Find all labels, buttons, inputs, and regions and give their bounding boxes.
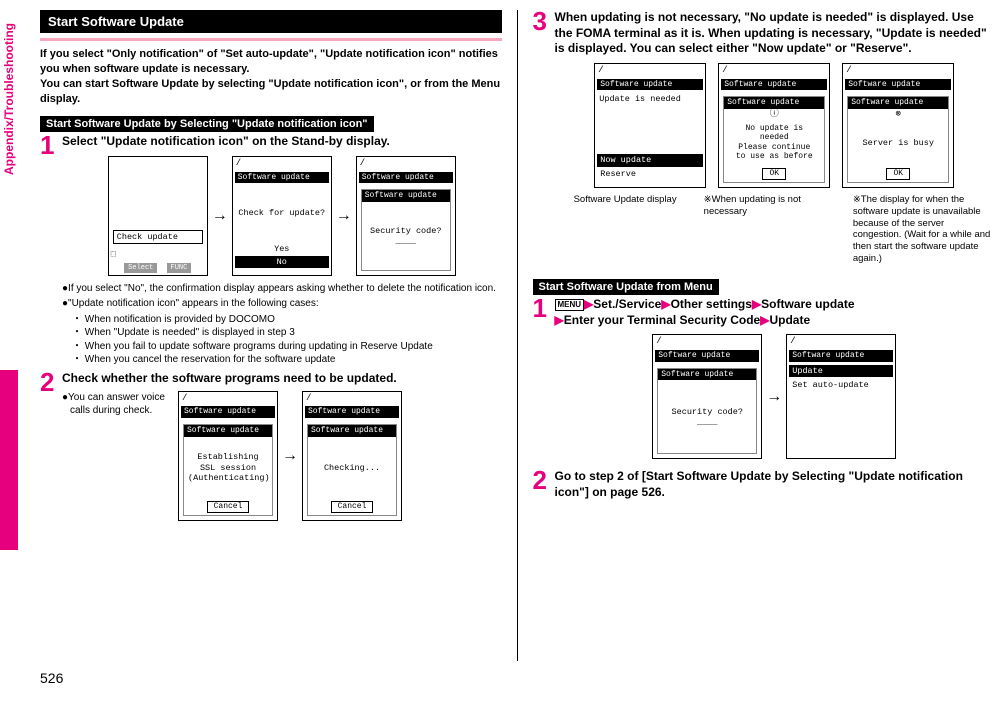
caption: ※The display for when the software updat… xyxy=(853,194,994,265)
sub-bullet: ・ When "Update is needed" is displayed i… xyxy=(62,326,502,340)
screen-update-needed: / Software update Update is needed Now u… xyxy=(594,63,706,188)
ok-button: OK xyxy=(886,168,910,180)
subsection-header: Start Software Update by Selecting "Upda… xyxy=(40,116,374,132)
screen-body: Security code? ____ xyxy=(658,380,756,453)
sub-bullet: ・ When notification is provided by DOCOM… xyxy=(62,313,502,327)
screen-body: Update is needed xyxy=(595,92,705,153)
step-title: Check whether the software programs need… xyxy=(62,371,502,387)
step-number: 2 xyxy=(533,469,551,504)
screen-title: Software update xyxy=(305,406,399,418)
screen-ssl: / Software update Software update Establ… xyxy=(178,391,278,521)
screen-body: No update is needed Please continue to u… xyxy=(724,120,824,167)
right-column: 3 When updating is not necessary, "No up… xyxy=(533,10,995,661)
screen-title: Software update xyxy=(235,172,329,184)
screen-title: Software update xyxy=(359,172,453,184)
step-number: 2 xyxy=(40,371,58,521)
screen-security-code: / Software update Software update Securi… xyxy=(652,334,762,459)
screen-subtitle: Software update xyxy=(184,425,272,437)
step-number: 1 xyxy=(533,297,551,465)
column-divider xyxy=(517,10,518,661)
option-reserve: Reserve xyxy=(597,168,703,180)
screen-title: Software update xyxy=(845,79,951,91)
step-title: Select "Update notification icon" on the… xyxy=(62,134,502,150)
arrow-icon: → xyxy=(212,207,228,225)
screen-checking: / Software update Software update Checki… xyxy=(302,391,402,521)
note: ●You can answer voice calls during check… xyxy=(62,391,172,417)
option-no: No xyxy=(235,256,329,268)
step-2: 2 Check whether the software programs ne… xyxy=(40,371,502,521)
screen-body: Security code? ____ xyxy=(362,202,450,270)
menu-step-2: 2 Go to step 2 of [Start Software Update… xyxy=(533,469,995,504)
side-tab xyxy=(0,370,18,550)
screen-body: Checking... xyxy=(308,437,396,499)
screen-body: Server is busy xyxy=(848,120,948,167)
screen-subtitle: Software update xyxy=(362,190,450,202)
menu-chip: MENU xyxy=(555,299,585,311)
screen-body: Check for update? xyxy=(233,185,331,241)
option-update: Update xyxy=(789,365,893,377)
arrow-icon: → xyxy=(282,447,298,465)
arrow-icon: → xyxy=(336,207,352,225)
step-number: 3 xyxy=(533,10,551,265)
left-column: Start Software Update If you select "Onl… xyxy=(40,10,502,661)
screen-title: Software update xyxy=(597,79,703,91)
screen-title: Software update xyxy=(789,350,893,362)
caption: ※When updating is not necessary xyxy=(704,194,845,265)
option-auto-update: Set auto-update xyxy=(789,379,893,391)
step-title: When updating is not necessary, "No upda… xyxy=(555,10,995,57)
intro-text: If you select "Only notification" of "Se… xyxy=(40,47,502,106)
screen-title: Software update xyxy=(181,406,275,418)
step-number: 1 xyxy=(40,134,58,367)
softkey-select: Select xyxy=(124,263,157,273)
menu-step-1: 1 MENU▶Set./Service▶Other settings▶Softw… xyxy=(533,297,995,465)
ok-button: OK xyxy=(762,168,786,180)
screen-standby: Check update ⬚ Select FUNC xyxy=(108,156,208,276)
bullet: ●"Update notification icon" appears in t… xyxy=(62,297,502,311)
section-header: Start Software Update xyxy=(40,10,502,33)
info-icon: ⓘ xyxy=(724,109,824,120)
page-number: 526 xyxy=(40,670,63,686)
bullet: ●If you select "No", the confirmation di… xyxy=(62,282,502,296)
screen-subtitle: Software update xyxy=(724,97,824,109)
screen-confirm: / Software update Check for update? Yes … xyxy=(232,156,332,276)
error-icon: ⊗ xyxy=(848,109,948,120)
cancel-button: Cancel xyxy=(331,501,374,513)
screen-security-code: / Software update Software update Securi… xyxy=(356,156,456,276)
subsection-header: Start Software Update from Menu xyxy=(533,279,719,295)
arrow-icon: → xyxy=(766,388,782,406)
option-now-update: Now update xyxy=(597,154,703,166)
screen-subtitle: Software update xyxy=(308,425,396,437)
step-3: 3 When updating is not necessary, "No up… xyxy=(533,10,995,265)
screen-row: Check update xyxy=(113,230,203,244)
caption: Software Update display xyxy=(555,194,696,265)
sub-bullet: ・ When you cancel the reservation for th… xyxy=(62,353,502,367)
step-1: 1 Select "Update notification icon" on t… xyxy=(40,134,502,367)
option-yes: Yes xyxy=(235,243,329,255)
screen-title: Software update xyxy=(655,350,759,362)
softkey-func: FUNC xyxy=(167,263,192,273)
side-tab-label: Appendix/Troubleshooting xyxy=(2,23,16,175)
step-title: Go to step 2 of [Start Software Update b… xyxy=(555,469,995,500)
cancel-button: Cancel xyxy=(207,501,250,513)
menu-path: MENU▶Set./Service▶Other settings▶Softwar… xyxy=(555,297,995,328)
screen-subtitle: Software update xyxy=(848,97,948,109)
screen-server-busy: / Software update Software update ⊗ Serv… xyxy=(842,63,954,188)
screen-title: Software update xyxy=(721,79,827,91)
screen-subtitle: Software update xyxy=(658,369,756,381)
sub-bullet: ・ When you fail to update software progr… xyxy=(62,340,502,354)
screen-update-menu: / Software update Update Set auto-update xyxy=(786,334,896,459)
screen-no-update: / Software update Software update ⓘ No u… xyxy=(718,63,830,188)
screen-body: Establishing SSL session (Authenticating… xyxy=(184,437,272,499)
